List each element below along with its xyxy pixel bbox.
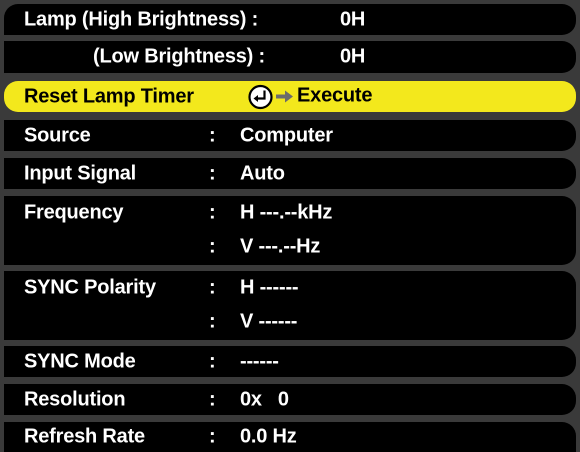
reset-lamp-timer-row[interactable]: Reset Lamp Timer Execute xyxy=(4,81,576,112)
lamp-high-label: Lamp (High Brightness) : xyxy=(24,8,259,30)
lamp-low-label: (Low Brightness) : xyxy=(93,45,265,68)
lamp-high-row: Lamp (High Brightness) : 0H xyxy=(4,4,576,35)
row-value: V ------ xyxy=(240,310,298,333)
row-value: Auto xyxy=(240,162,285,184)
row-value: ------ xyxy=(240,350,279,372)
row-colon: : xyxy=(209,276,216,299)
reset-lamp-timer-label: Reset Lamp Timer xyxy=(24,85,194,107)
row-label: Input Signal xyxy=(24,162,137,184)
info-menu: Lamp (High Brightness) : 0H (Low Brightn… xyxy=(4,4,576,452)
row-value: 0.0 Hz xyxy=(240,425,297,448)
row-label: Resolution xyxy=(24,388,126,410)
row-colon: : xyxy=(209,388,216,410)
lamp-high-value: 0H xyxy=(340,8,366,30)
row-colon: : xyxy=(209,235,216,258)
arrow-right-icon xyxy=(276,90,293,103)
row-label: Source xyxy=(24,124,91,146)
row-colon: : xyxy=(209,201,216,224)
row-colon: : xyxy=(209,425,216,448)
row-label: SYNC Mode xyxy=(24,350,136,372)
info-row: Resolution : 0x 0 xyxy=(4,384,576,415)
row-colon: : xyxy=(209,310,216,333)
info-row: Refresh Rate : 0.0 Hz xyxy=(4,422,576,452)
row-colon: : xyxy=(209,162,216,184)
row-value: Computer xyxy=(240,124,333,146)
enter-icon xyxy=(248,84,273,109)
row-colon: : xyxy=(209,350,216,372)
row-value: H ------ xyxy=(240,276,299,299)
info-row: SYNC Polarity : H ------ : V ------ xyxy=(4,271,576,340)
row-label: Frequency xyxy=(24,201,124,224)
reset-execute-label: Execute xyxy=(297,84,373,107)
info-row: SYNC Mode : ------ xyxy=(4,346,576,377)
info-row: Input Signal : Auto xyxy=(4,158,576,189)
info-row: Source : Computer xyxy=(4,120,576,151)
row-label: Refresh Rate xyxy=(24,425,145,448)
row-value: V ---.--Hz xyxy=(240,235,321,258)
row-value: 0x 0 xyxy=(240,388,289,410)
reset-execute-button[interactable]: Execute xyxy=(248,84,373,109)
row-value: H ---.--kHz xyxy=(240,201,333,224)
info-row: Frequency : H ---.--kHz : V ---.--Hz xyxy=(4,196,576,265)
row-label: SYNC Polarity xyxy=(24,276,156,299)
lamp-low-row: (Low Brightness) : 0H xyxy=(4,41,576,73)
row-colon: : xyxy=(209,124,216,146)
lamp-low-value: 0H xyxy=(340,45,366,68)
